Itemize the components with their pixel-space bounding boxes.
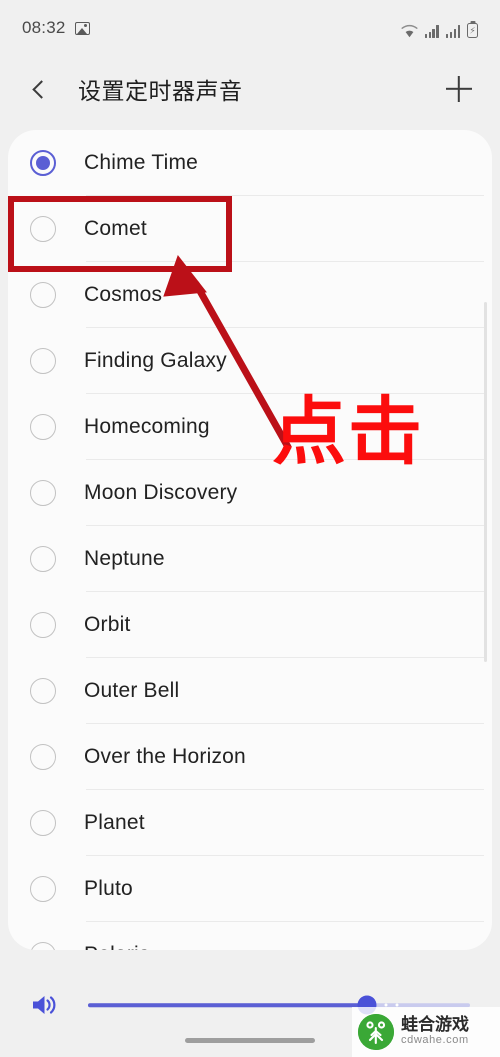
app-bar: 设置定时器声音 [0,56,500,122]
sound-list-item-label: Outer Bell [84,679,180,702]
status-bar: 08:32 ⚡ [0,0,500,56]
sound-list-item[interactable]: Neptune [8,526,492,592]
sound-list-item-label: Planet [84,811,145,834]
phone-screen: 08:32 ⚡ 设置定时器声音 Chime Time Comet Cosmos Fin… [0,0,500,1057]
radio-button[interactable] [30,216,56,242]
image-icon [74,21,90,35]
sound-list-item-label: Finding Galaxy [84,349,227,372]
wifi-icon [401,24,418,38]
sound-list-item-label: Over the Horizon [84,745,246,768]
radio-button[interactable] [30,810,56,836]
sound-list-item-label: Comet [84,217,147,240]
sound-list-item[interactable]: Pluto [8,856,492,922]
sound-list-item[interactable]: Comet [8,196,492,262]
radio-button[interactable] [30,348,56,374]
add-button[interactable] [440,70,478,108]
battery-charging-icon: ⚡ [467,23,478,38]
sound-list-item-label: Homecoming [84,415,210,438]
home-indicator[interactable] [185,1038,315,1043]
sound-list-item-label: Cosmos [84,283,163,306]
sound-list-item[interactable]: Polaris [8,922,492,950]
back-chevron-icon [31,79,51,99]
radio-button[interactable] [30,414,56,440]
sound-list-item[interactable]: Chime Time [8,130,492,196]
radio-button[interactable] [30,282,56,308]
watermark-url: cdwahe.com [401,1034,469,1047]
status-bar-right: ⚡ [401,18,478,38]
watermark: 蛙合游戏 cdwahe.com [352,1007,500,1057]
sound-list-item-label: Moon Discovery [84,481,238,504]
signal-bars-icon-2 [445,25,460,38]
list-scrollbar[interactable] [484,302,487,662]
sound-list-item[interactable]: Outer Bell [8,658,492,724]
sound-list-item-label: Neptune [84,547,165,570]
slider-fill [88,1003,367,1007]
radio-button[interactable] [30,480,56,506]
frog-logo-icon [358,1014,394,1050]
sound-list-item-label: Pluto [84,877,133,900]
sound-list-item-label: Polaris [84,943,150,950]
speaker-volume-icon[interactable] [30,991,62,1019]
watermark-text: 蛙合游戏 cdwahe.com [401,1015,469,1047]
radio-button[interactable] [30,876,56,902]
sound-list-item[interactable]: Finding Galaxy [8,328,492,394]
radio-button[interactable] [30,678,56,704]
sound-list-item[interactable]: Planet [8,790,492,856]
sound-list-item[interactable]: Over the Horizon [8,724,492,790]
sound-list-item[interactable]: Orbit [8,592,492,658]
back-button[interactable] [22,72,56,106]
sound-list-item[interactable]: Homecoming [8,394,492,460]
sound-list-item[interactable]: Cosmos [8,262,492,328]
radio-button[interactable] [30,612,56,638]
sound-list-item-label: Orbit [84,613,131,636]
sound-list-item-label: Chime Time [84,151,199,174]
sound-list-card: Chime Time Comet Cosmos Finding Galaxy Homec… [8,130,492,950]
radio-button[interactable] [30,546,56,572]
status-clock: 08:32 [22,18,66,37]
sound-list-item[interactable]: Moon Discovery [8,460,492,526]
watermark-title: 蛙合游戏 [401,1015,469,1036]
radio-button[interactable] [30,744,56,770]
radio-button[interactable] [30,942,56,950]
status-bar-left: 08:32 [22,18,90,38]
signal-bars-icon-1 [424,25,439,38]
sound-list: Chime Time Comet Cosmos Finding Galaxy Homec… [8,130,492,950]
radio-button-selected[interactable] [30,150,56,176]
battery-bolt-glyph: ⚡ [469,25,476,35]
page-title: 设置定时器声音 [78,78,243,104]
